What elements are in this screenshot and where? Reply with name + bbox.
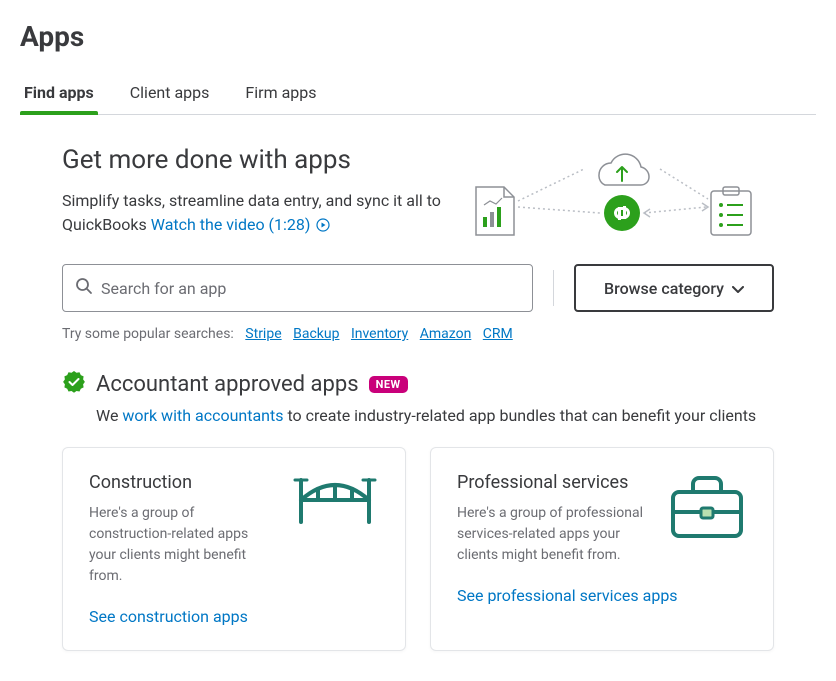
hero: Get more done with apps Simplify tasks, … xyxy=(62,145,774,240)
see-construction-apps-link[interactable]: See construction apps xyxy=(89,607,379,626)
popular-link-crm[interactable]: CRM xyxy=(483,326,513,342)
search-input[interactable] xyxy=(101,279,520,298)
card-professional-services: Professional services Here's a group of … xyxy=(430,447,774,651)
search-box[interactable] xyxy=(62,264,533,312)
tab-firm-apps[interactable]: Firm apps xyxy=(241,77,320,114)
search-icon xyxy=(75,277,93,299)
popular-link-amazon[interactable]: Amazon xyxy=(420,326,472,342)
page-title: Apps xyxy=(20,20,816,53)
approved-sub-suffix: to create industry-related app bundles t… xyxy=(283,406,756,425)
browse-category-label: Browse category xyxy=(604,279,724,298)
tab-client-apps[interactable]: Client apps xyxy=(126,77,214,114)
new-badge: NEW xyxy=(369,376,408,393)
popular-searches: Try some popular searches: Stripe Backup… xyxy=(62,326,774,342)
card-desc: Here's a group of construction-related a… xyxy=(89,503,277,587)
watch-video-link[interactable]: Watch the video (1:28) xyxy=(151,213,331,237)
card-construction: Construction Here's a group of construct… xyxy=(62,447,406,651)
watch-video-label: Watch the video (1:28) xyxy=(151,213,311,237)
popular-link-backup[interactable]: Backup xyxy=(293,326,339,342)
search-row: Browse category xyxy=(62,264,774,312)
hero-title: Get more done with apps xyxy=(62,145,444,175)
hero-graphic xyxy=(474,145,774,240)
browse-category-button[interactable]: Browse category xyxy=(574,264,774,312)
card-desc: Here's a group of professional services-… xyxy=(457,503,653,566)
card-title: Construction xyxy=(89,472,277,493)
approved-subtitle: We work with accountants to create indus… xyxy=(96,406,774,425)
briefcase-icon xyxy=(667,472,747,546)
tabs: Find apps Client apps Firm apps xyxy=(20,77,816,115)
play-icon xyxy=(316,218,330,232)
popular-searches-label: Try some popular searches: xyxy=(62,326,234,342)
popular-link-inventory[interactable]: Inventory xyxy=(351,326,408,342)
see-professional-services-apps-link[interactable]: See professional services apps xyxy=(457,586,747,605)
work-with-accountants-link[interactable]: work with accountants xyxy=(122,406,283,425)
card-title: Professional services xyxy=(457,472,653,493)
divider xyxy=(553,270,554,306)
cards-row: Construction Here's a group of construct… xyxy=(62,447,774,651)
approved-title: Accountant approved apps xyxy=(96,372,359,397)
approved-section: Accountant approved apps NEW We work wit… xyxy=(62,370,774,425)
popular-link-stripe[interactable]: Stripe xyxy=(245,326,281,342)
caret-down-icon xyxy=(732,279,744,298)
approved-sub-prefix: We xyxy=(96,406,122,425)
hero-subtitle: Simplify tasks, streamline data entry, a… xyxy=(62,189,444,237)
checkmark-seal-icon xyxy=(62,370,86,398)
tab-find-apps[interactable]: Find apps xyxy=(20,77,98,114)
bridge-icon xyxy=(291,472,379,536)
